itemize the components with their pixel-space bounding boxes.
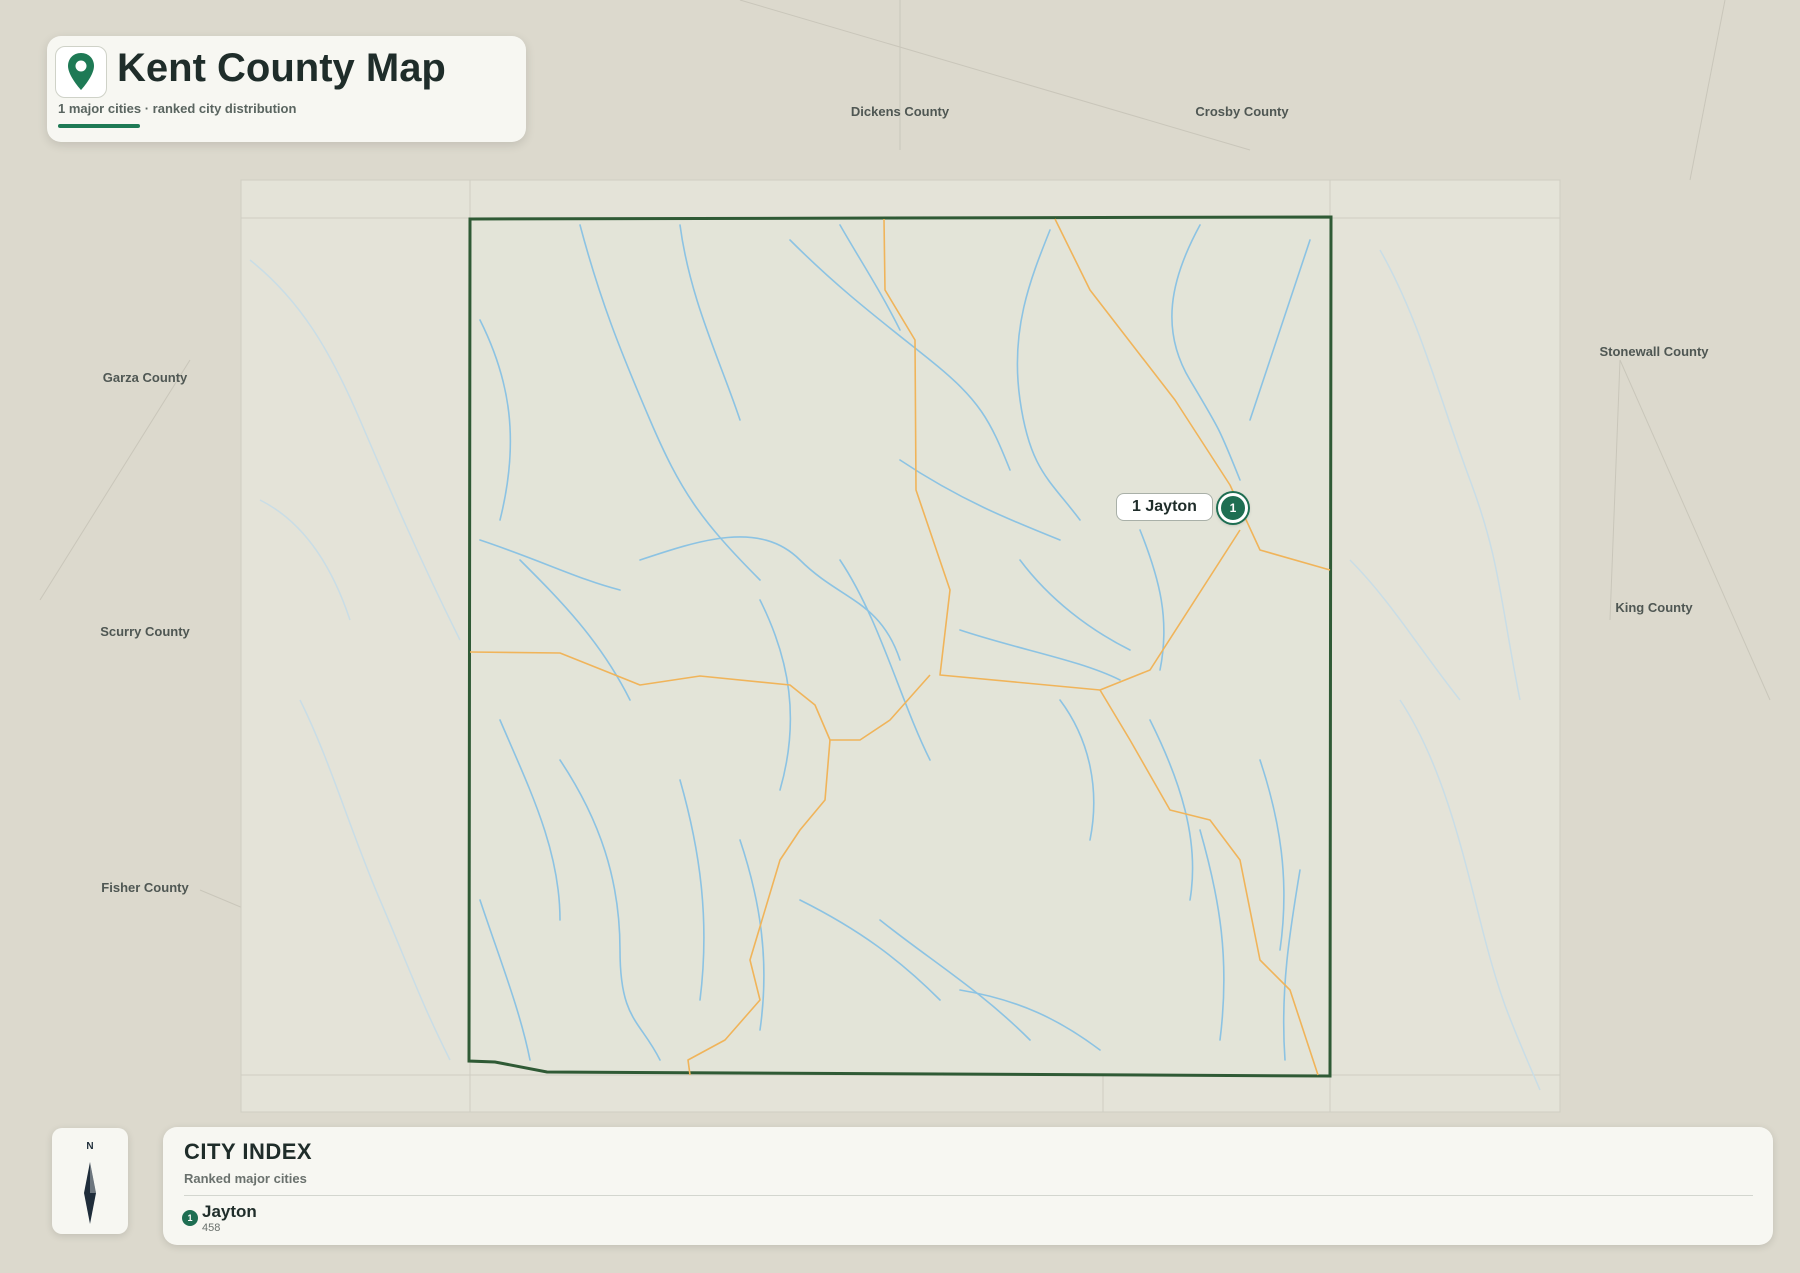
- city-index-title: CITY INDEX: [184, 1139, 313, 1164]
- neighbor-label-king: King County: [1615, 600, 1693, 615]
- neighbor-label-dickens: Dickens County: [850, 104, 950, 119]
- city-rank-badge: 1: [182, 1210, 198, 1226]
- city-population: 458: [202, 1222, 221, 1234]
- title-card: Kent County Map 1 major cities · ranked …: [47, 36, 526, 142]
- page-title: Kent County Map: [117, 46, 446, 90]
- compass-north-label: N: [86, 1141, 94, 1152]
- city-index-panel: CITY INDEX Ranked major cities 1 Jayton …: [163, 1127, 1773, 1245]
- map-pin-icon: [55, 46, 107, 98]
- city-index-subtitle: Ranked major cities: [184, 1171, 307, 1186]
- compass: N: [52, 1128, 128, 1234]
- neighbor-label-stonewall: Stonewall County: [1599, 344, 1709, 359]
- city-name: Jayton: [202, 1202, 257, 1221]
- city-index-item[interactable]: 1 Jayton 458: [182, 1201, 422, 1237]
- neighbor-label-scurry: Scurry County: [100, 624, 190, 639]
- neighbor-label-fisher: Fisher County: [101, 880, 189, 895]
- page-subtitle: 1 major cities · ranked city distributio…: [58, 101, 297, 116]
- title-accent-bar: [58, 124, 140, 128]
- neighbor-label-crosby: Crosby County: [1195, 104, 1289, 119]
- map-canvas[interactable]: [0, 0, 1800, 1273]
- city-callout-jayton[interactable]: 1 Jayton: [1116, 493, 1213, 521]
- city-marker-jayton[interactable]: 1: [1218, 493, 1248, 523]
- compass-icon: [84, 1162, 96, 1224]
- neighbor-label-garza: Garza County: [102, 370, 188, 385]
- city-index-divider: [184, 1195, 1753, 1196]
